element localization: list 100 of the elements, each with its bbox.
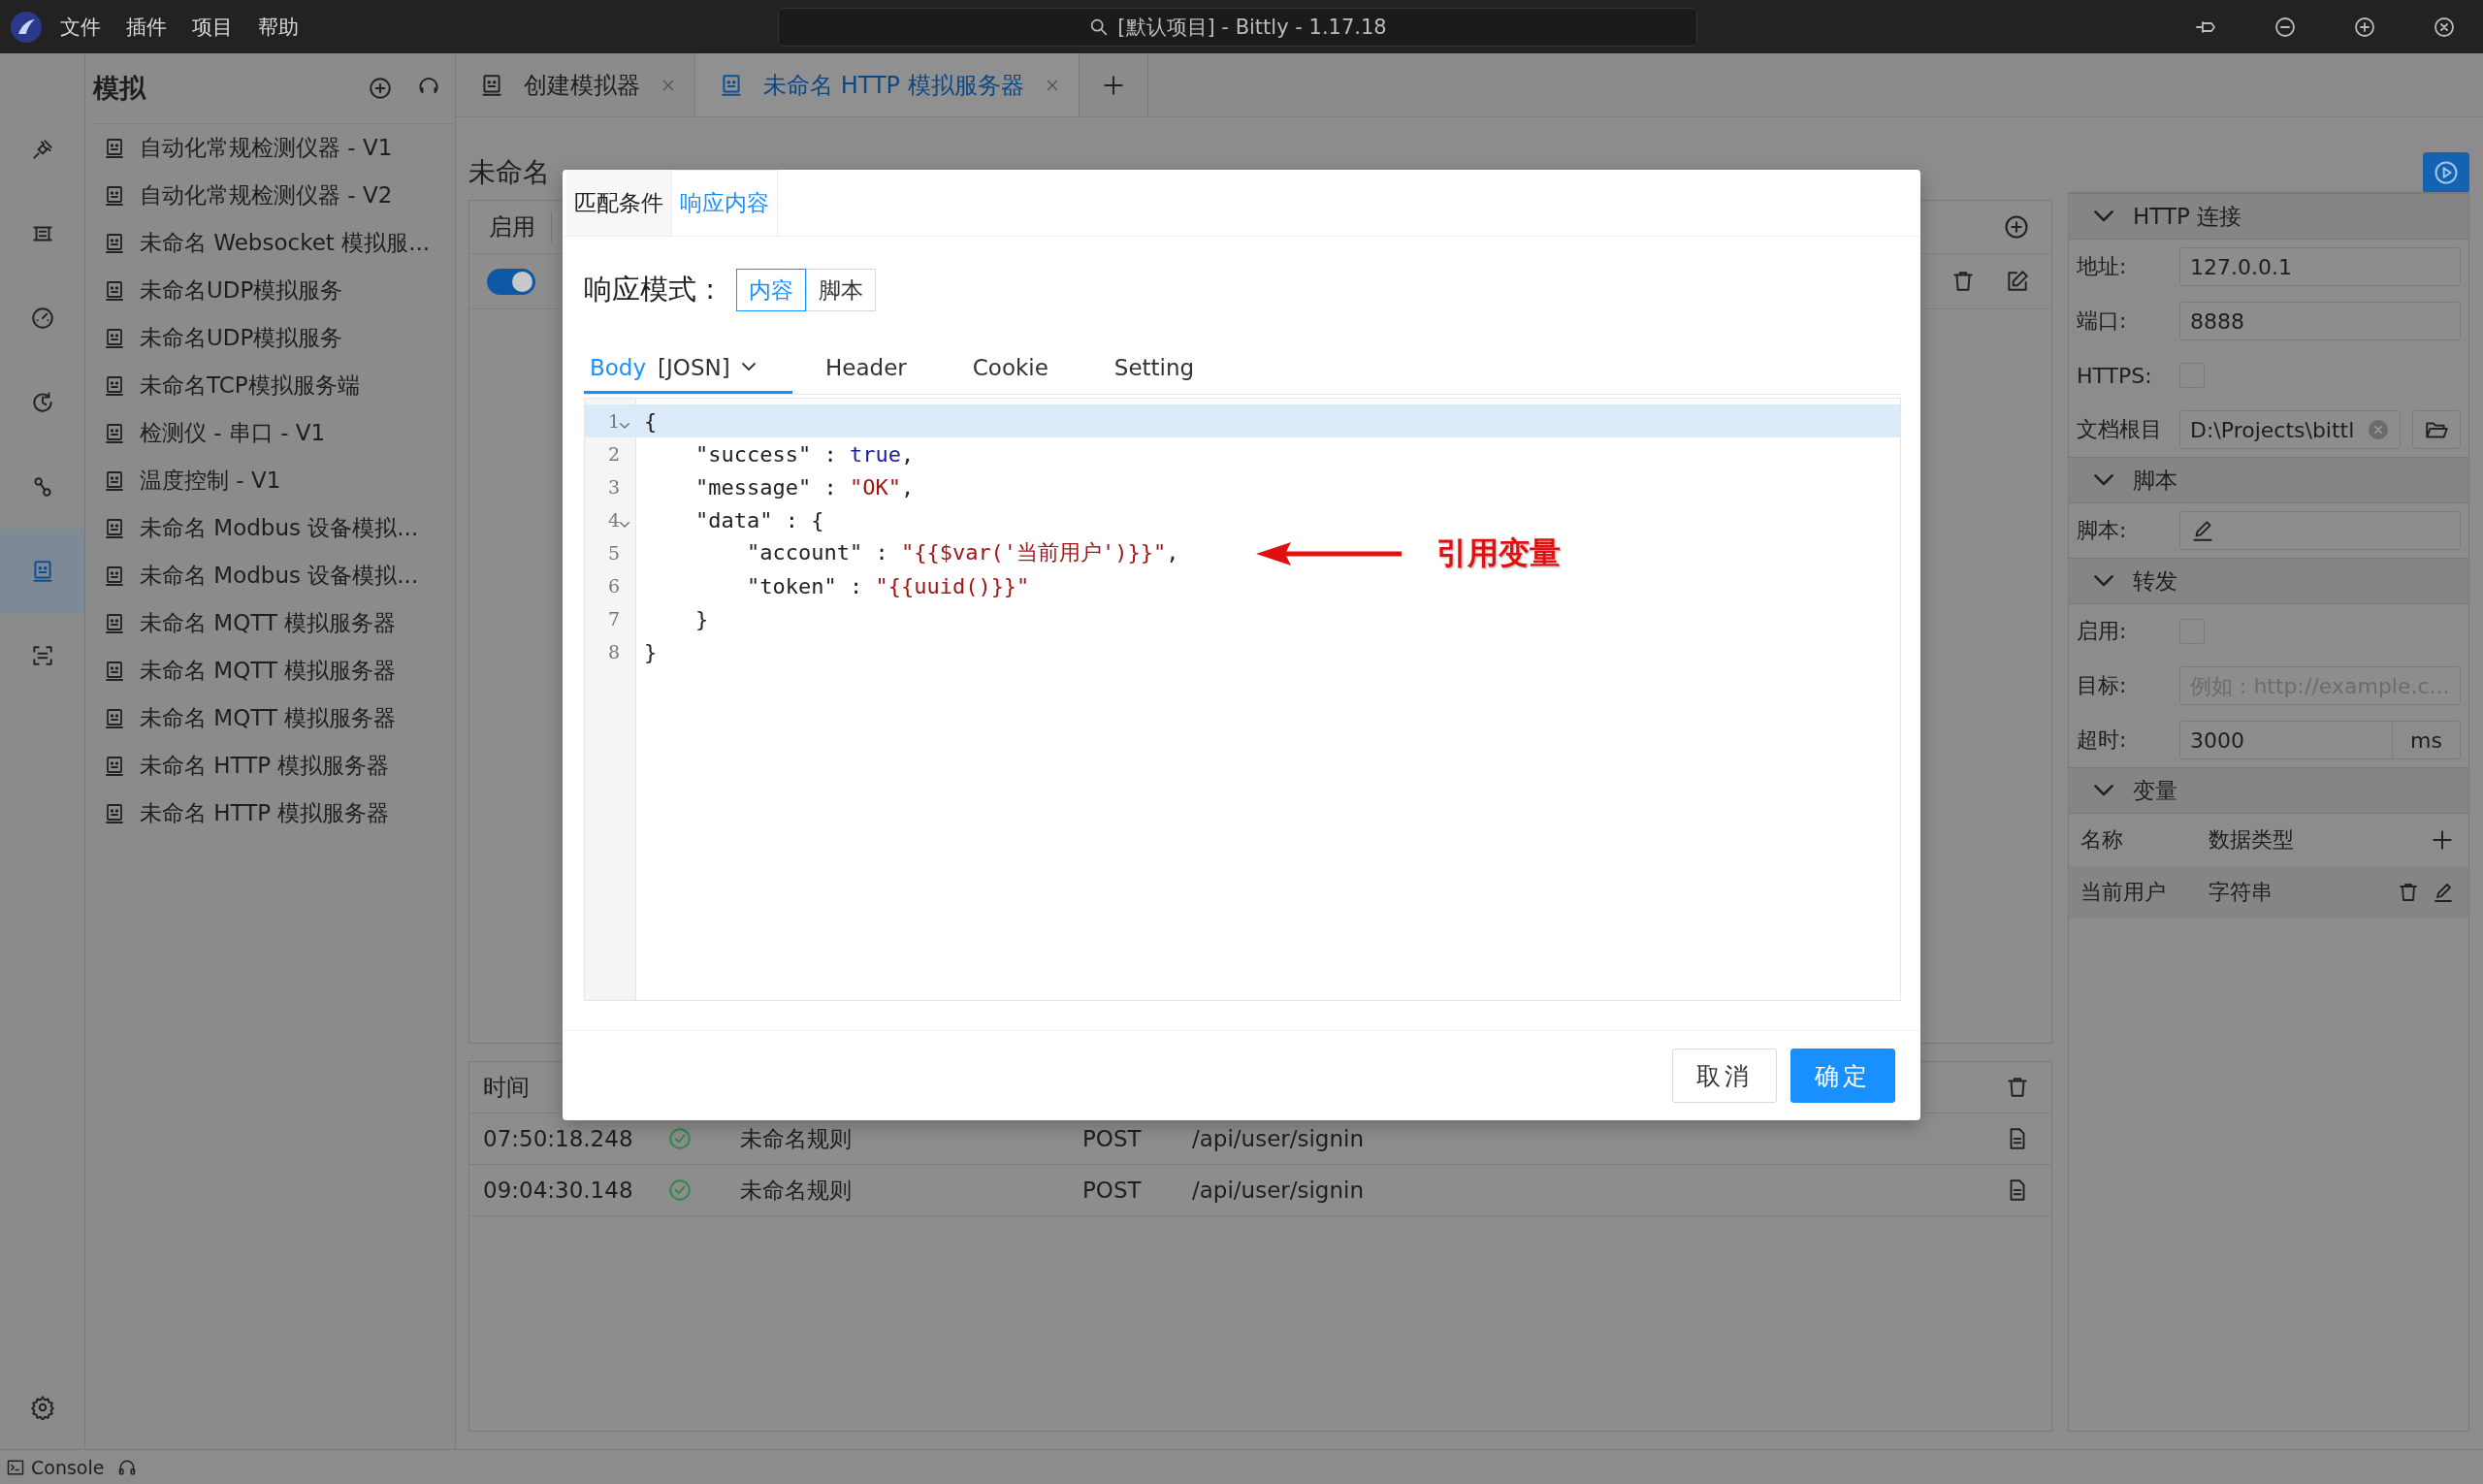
sidebar-item[interactable]: 自动化常规检测仪器 - V1: [91, 124, 455, 172]
menu-item[interactable]: 帮助: [258, 13, 299, 41]
field-label: 地址:: [2077, 253, 2128, 280]
mode-label: 响应模式 :: [584, 272, 715, 307]
add-button[interactable]: [368, 76, 393, 101]
clear-icon: [2367, 418, 2390, 441]
body-tab[interactable]: Setting: [1080, 343, 1228, 394]
device-icon: [103, 659, 126, 683]
mode-option[interactable]: 脚本: [806, 269, 876, 311]
check-circle-icon: [667, 1126, 693, 1151]
menu-item[interactable]: 项目: [192, 13, 233, 41]
sidebar-item[interactable]: 未命名 HTTP 模拟服务器: [91, 790, 455, 837]
section-header[interactable]: HTTP 连接: [2069, 193, 2468, 240]
table-cell-text: 未命名规则: [740, 1124, 853, 1153]
column-header: 时间: [483, 1073, 531, 1103]
add-rule-button[interactable]: [2003, 213, 2030, 241]
edit-button[interactable]: [2432, 881, 2455, 904]
chevron-icon: [2094, 575, 2113, 587]
fold-icon: [620, 423, 629, 429]
text-field[interactable]: 8888: [2179, 302, 2461, 340]
sidebar-item[interactable]: 未命名TCP模拟服务端: [91, 362, 455, 409]
app-logo: [10, 10, 43, 44]
search-field[interactable]: [默认项目] - Bittly - 1.17.18: [778, 7, 1697, 47]
column-header: 数据类型: [2209, 826, 2295, 854]
clear-log-button[interactable]: [2005, 1075, 2030, 1100]
line-number: 7: [607, 608, 620, 629]
table-cell-text: 09:04:30.148: [483, 1178, 634, 1203]
pencil-icon: [2190, 518, 2215, 543]
timeout-field[interactable]: 3000: [2179, 721, 2393, 759]
check-circle-icon: [667, 1178, 693, 1203]
run-button[interactable]: [2423, 151, 2469, 193]
toggle-switch[interactable]: [487, 268, 535, 295]
table-cell-text: 字符串: [2209, 879, 2273, 906]
field-label: 超时:: [2077, 726, 2128, 754]
sidebar-item[interactable]: 未命名 HTTP 模拟服务器: [91, 742, 455, 790]
device-icon: [103, 373, 126, 398]
device-icon: [103, 468, 126, 493]
body-tab[interactable]: Body [JOSN]: [584, 343, 792, 394]
sidebar-item[interactable]: 自动化常规检测仪器 - V2: [91, 172, 455, 219]
field-label: 文档根目: [2077, 416, 2163, 443]
device-icon: [103, 516, 126, 540]
device-icon: [103, 231, 126, 255]
line-number: 4: [607, 509, 620, 531]
unit-label: ms: [2393, 721, 2461, 759]
sidebar-item[interactable]: 未命名 MQTT 模拟服务器: [91, 599, 455, 647]
body-tab[interactable]: Cookie: [939, 343, 1081, 394]
chevron-icon: [2094, 474, 2113, 486]
sidebar-item[interactable]: 未命名 MQTT 模拟服务器: [91, 694, 455, 742]
text-field[interactable]: 127.0.0.1: [2179, 247, 2461, 286]
code-line: }: [644, 639, 658, 664]
code-editor[interactable]: 1 2 3 4 5 6 7 8 { "success" : true, "message" : "OK", "data" : { "account" : "{{$var('当前用户')}}", "token" : "{{uuid()}}" } } 引用变量: [584, 398, 1901, 1001]
sidebar-item[interactable]: 未命名UDP模拟服务: [91, 267, 455, 314]
sidebar-item[interactable]: 未命名 Modbus 设备模拟...: [91, 504, 455, 552]
section-header[interactable]: 转发: [2069, 558, 2468, 604]
edit-icon: [2005, 269, 2030, 294]
delete-button[interactable]: [1951, 269, 1976, 294]
menu-item[interactable]: 插件: [126, 13, 167, 41]
dialog-tab[interactable]: 响应内容: [671, 170, 778, 236]
sidebar-item[interactable]: 未命名 Modbus 设备模拟...: [91, 552, 455, 599]
field-label: 端口:: [2077, 307, 2128, 335]
edit-button[interactable]: [2005, 269, 2030, 294]
line-number: 2: [607, 443, 620, 465]
dialog-tab[interactable]: 匹配条件: [566, 170, 671, 236]
browse-button[interactable]: [2412, 410, 2461, 449]
trash-icon: [1951, 269, 1976, 294]
trash-icon: [2397, 881, 2420, 904]
path-field[interactable]: D:\Projects\bittl: [2179, 410, 2401, 449]
annotation-text: 引用变量: [1436, 533, 1561, 573]
delete-button[interactable]: [2397, 881, 2420, 904]
device-icon: [103, 564, 126, 588]
section-header[interactable]: 脚本: [2069, 457, 2468, 503]
table-cell-text: POST: [1082, 1178, 1143, 1203]
code-line: "data" : {: [693, 507, 824, 532]
close-icon: [2433, 15, 2456, 39]
sidebar-item[interactable]: 未命名UDP模拟服务: [91, 314, 455, 362]
line-number: 6: [607, 575, 620, 597]
line-number: 8: [607, 641, 620, 662]
table-cell: /api/user/signin: [1192, 1126, 1364, 1151]
code-line: }: [693, 606, 709, 631]
section-header[interactable]: 变量: [2069, 767, 2468, 814]
column-header: 名称: [2080, 826, 2124, 854]
cancel-button[interactable]: 取消: [1672, 1048, 1777, 1103]
sidebar-item[interactable]: 温度控制 - V1: [91, 457, 455, 504]
console-button[interactable]: Console: [6, 1456, 105, 1478]
confirm-button[interactable]: 确定: [1790, 1048, 1895, 1103]
line-number: 1: [607, 410, 620, 432]
code-line: "account" : "{{$var('当前用户')}}",: [745, 539, 1179, 566]
code-line: "token" : "{{uuid()}}": [745, 573, 1030, 598]
sidebar-item[interactable]: 未命名 Websocket 模拟服...: [91, 219, 455, 267]
menu-item[interactable]: 文件: [60, 13, 101, 41]
gauge-icon: [29, 305, 55, 331]
chevron-icon: [2094, 210, 2113, 222]
trash-icon: [2005, 1075, 2030, 1100]
editor-tab[interactable]: 未命名 HTTP 模拟服务器: [695, 53, 1080, 116]
device-icon: [103, 611, 126, 635]
sidebar-item[interactable]: 未命名 MQTT 模拟服务器: [91, 647, 455, 694]
body-tab[interactable]: Header: [792, 343, 940, 394]
script-field[interactable]: [2179, 511, 2461, 550]
mode-option[interactable]: 内容: [736, 269, 806, 311]
sidebar-item[interactable]: 检测仪 - 串口 - V1: [91, 409, 455, 457]
